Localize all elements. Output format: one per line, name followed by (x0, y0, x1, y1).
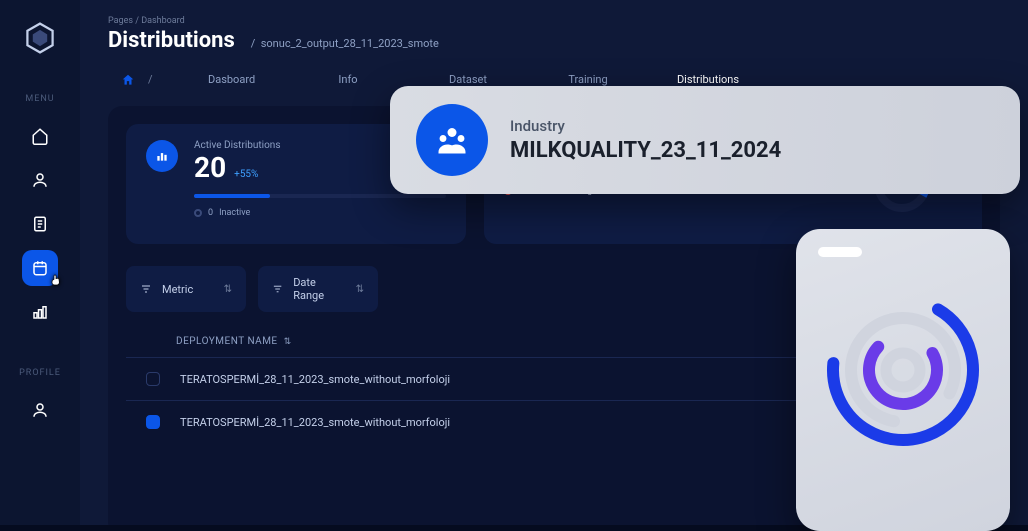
row-checkbox[interactable] (146, 415, 160, 429)
industry-value: MILKQUALITY_23_11_2024 (510, 138, 781, 163)
breadcrumb: Pages / Dashboard (108, 16, 1000, 26)
nav-user[interactable] (22, 162, 58, 198)
menu-section-label: MENU (25, 94, 54, 104)
date-range-filter[interactable]: Date Range ⇅ (258, 266, 378, 312)
chart-bar-icon (146, 140, 178, 172)
nav-profile[interactable] (22, 392, 58, 428)
tab-home[interactable] (108, 67, 148, 96)
industry-card: Industry MILKQUALITY_23_11_2024 (390, 86, 1020, 194)
nav-document[interactable] (22, 206, 58, 242)
filter-icon (140, 283, 152, 295)
inactive-count: 0 (208, 208, 213, 218)
tab-info[interactable]: Info (288, 67, 408, 96)
nav-stats[interactable] (22, 294, 58, 330)
profile-section-label: PROFILE (19, 368, 61, 378)
col-deployment-name[interactable]: DEPLOYMENT NAME (176, 336, 278, 347)
card-handle (818, 247, 862, 257)
nav-home[interactable] (22, 118, 58, 154)
metric-filter[interactable]: Metric ⇅ (126, 266, 246, 312)
active-delta: +55% (234, 169, 258, 180)
sidebar: MENU PROFILE (0, 0, 80, 525)
breadcrumb-path: / sonuc_2_output_28_11_2023_smote (251, 37, 439, 50)
active-value: 20 (194, 151, 226, 184)
rings-card (796, 229, 1010, 531)
deployment-name: TERATOSPERMİ_28_11_2023_smote_without_mo… (180, 416, 450, 429)
inactive-dot-icon (194, 209, 202, 217)
filter-icon (272, 283, 283, 295)
cursor-hand-icon (48, 272, 64, 292)
industry-label: Industry (510, 117, 781, 135)
deployment-name: TERATOSPERMİ_28_11_2023_smote_without_mo… (180, 373, 450, 386)
inactive-label: Inactive (219, 208, 250, 218)
tab-dashboard[interactable]: Dasboard (208, 67, 288, 96)
nav-distributions[interactable] (22, 250, 58, 286)
page-title: Distributions (108, 28, 235, 53)
app-logo (22, 20, 58, 56)
chevron-updown-icon: ⇅ (356, 284, 364, 295)
people-icon (416, 104, 488, 176)
rings-chart-icon (818, 285, 988, 455)
chevron-updown-icon: ⇅ (224, 284, 232, 295)
active-progress-bar (194, 194, 446, 198)
row-checkbox[interactable] (146, 372, 160, 386)
sort-icon[interactable]: ⇅ (284, 337, 292, 347)
